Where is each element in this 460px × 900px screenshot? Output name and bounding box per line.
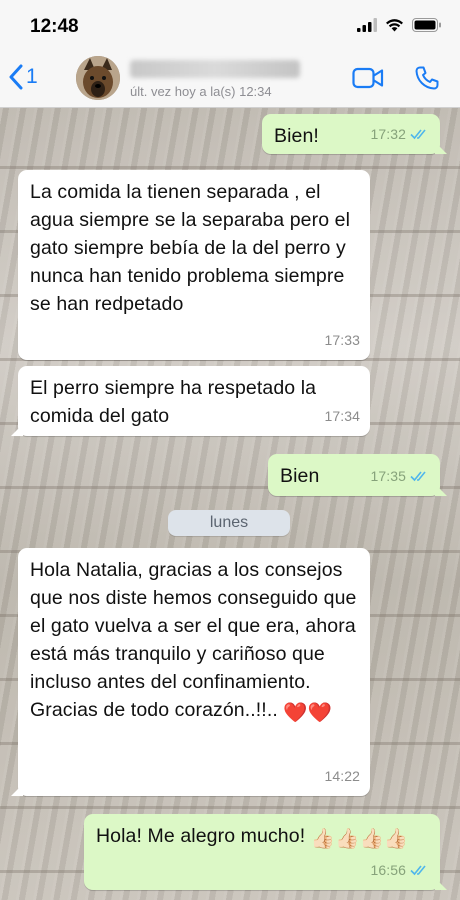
double-check-icon — [410, 129, 426, 140]
double-check-icon — [410, 865, 426, 876]
message-text: El perro siempre ha respetado la comida … — [30, 377, 317, 427]
heart-icon: ❤️❤️ — [283, 702, 333, 724]
thumbs-up-icon: 👍🏻👍🏻👍🏻👍🏻 — [310, 828, 409, 850]
message-meta: 16:56 — [370, 856, 430, 884]
message-text: Hola! Me alegro mucho! — [96, 825, 306, 847]
status-time: 12:48 — [30, 16, 79, 37]
message-meta: 17:35 — [370, 462, 430, 490]
message-outgoing[interactable]: Bien 17:35 — [268, 454, 447, 496]
message-meta: 17:33 — [324, 326, 360, 354]
chat-area[interactable]: Bien! 17:32 La comida la tienen separada… — [0, 108, 460, 900]
chat-header: 1 últ. vez hoy a la(s) 12:34 — [0, 50, 460, 108]
last-seen: últ. vez hoy a la(s) 12:34 — [130, 84, 272, 99]
status-bar: 12:48 — [0, 0, 460, 50]
back-button[interactable]: 1 — [8, 64, 38, 90]
contact-name-redacted[interactable] — [130, 60, 300, 78]
wifi-icon — [386, 19, 403, 32]
battery-icon — [412, 18, 441, 32]
message-meta: 14:22 — [324, 762, 360, 790]
message-outgoing[interactable]: Bien! 17:32 — [262, 114, 447, 154]
message-meta: 17:34 — [324, 402, 360, 430]
message-text: Bien! — [274, 125, 319, 147]
video-call-icon[interactable] — [352, 67, 384, 89]
message-time: 17:35 — [370, 468, 406, 484]
double-check-icon — [410, 471, 426, 482]
message-time: 16:56 — [370, 862, 406, 878]
message-text: La comida la tienen separada , el agua s… — [30, 181, 351, 315]
message-outgoing[interactable]: Hola! Me alegro mucho! 👍🏻👍🏻👍🏻👍🏻 16:56 — [84, 814, 447, 890]
message-text: Hola Natalia, gracias a los consejos que… — [30, 559, 357, 721]
message-incoming[interactable]: La comida la tienen separada , el agua s… — [18, 170, 370, 360]
signal-icon — [357, 18, 377, 32]
message-text: Bien — [280, 465, 320, 487]
phone-icon[interactable] — [414, 65, 440, 91]
message-time: 17:34 — [324, 408, 360, 424]
day-separator: lunes — [168, 510, 290, 536]
message-time: 14:22 — [324, 768, 360, 784]
message-incoming[interactable]: El perro siempre ha respetado la comida … — [11, 366, 370, 436]
back-chevron-icon — [9, 64, 23, 90]
message-meta: 17:32 — [370, 120, 430, 148]
message-incoming[interactable]: Hola Natalia, gracias a los consejos que… — [11, 548, 370, 796]
unread-count: 1 — [26, 65, 38, 88]
message-time: 17:33 — [324, 332, 360, 348]
dog-avatar-icon — [76, 56, 120, 100]
message-time: 17:32 — [370, 126, 406, 142]
status-icons — [357, 18, 442, 32]
avatar[interactable] — [76, 56, 120, 100]
